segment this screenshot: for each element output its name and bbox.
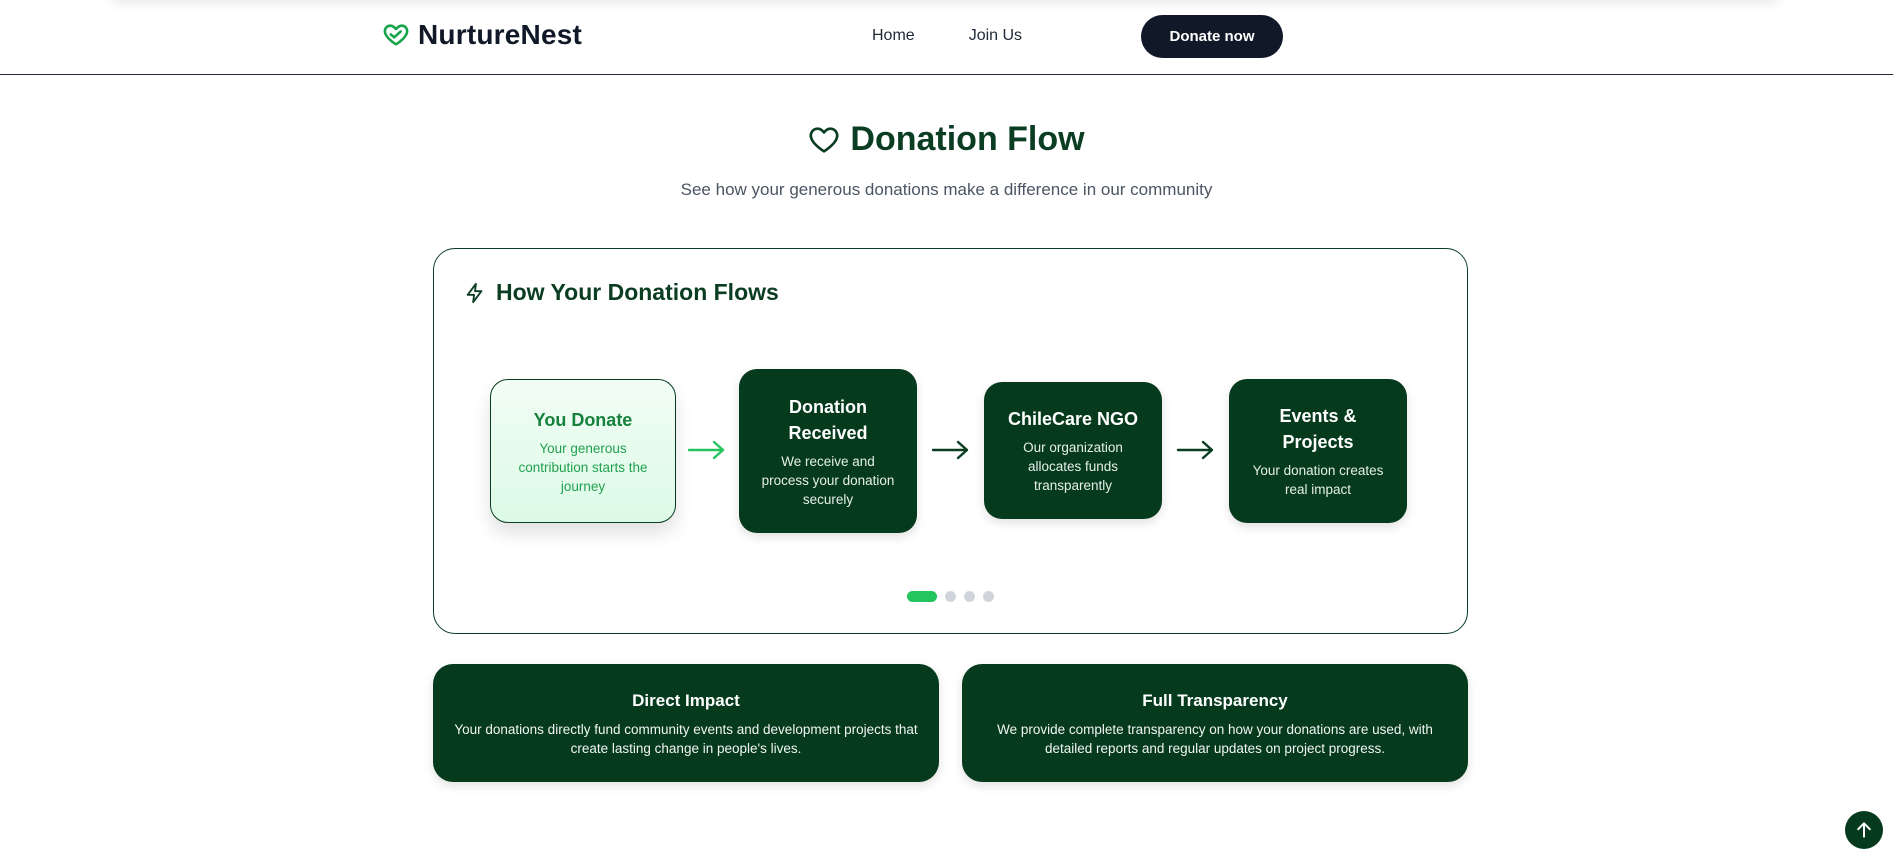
full-transparency-card: Full Transparency We provide complete tr…: [962, 664, 1468, 782]
lightning-icon: [466, 282, 483, 303]
flow-step-donation-received[interactable]: Donation Received We receive and process…: [739, 369, 917, 533]
step-description: We receive and process your donation sec…: [761, 453, 895, 507]
flow-title: How Your Donation Flows: [496, 279, 779, 305]
brand-name: NurtureNest: [418, 19, 583, 50]
brand-logo-link[interactable]: NurtureNest: [382, 19, 582, 51]
donation-flow-card: How Your Donation Flows You Donate Your …: [433, 248, 1468, 634]
page-subtitle: See how your generous donations make a d…: [680, 180, 1213, 199]
donate-now-button[interactable]: Donate now: [1141, 15, 1283, 58]
site-header: NurtureNest Home Join Us Donate now: [0, 0, 1893, 75]
step-title: ChileCare NGO: [1007, 409, 1139, 429]
main-nav: Home Join Us: [872, 27, 1022, 45]
nav-link-join-us[interactable]: Join Us: [969, 27, 1022, 45]
arrow-right-icon: [687, 440, 725, 460]
scroll-to-top-button[interactable]: [1845, 811, 1883, 849]
flow-heading: How Your Donation Flows: [464, 279, 779, 306]
direct-impact-card: Direct Impact Your donations directly fu…: [433, 664, 939, 782]
carousel-dot-4[interactable]: [983, 591, 994, 602]
step-title: You Donate: [533, 409, 633, 430]
page-title-row: Donation Flow: [0, 120, 1893, 159]
heart-icon: [809, 126, 839, 153]
carousel-dot-3[interactable]: [964, 591, 975, 602]
heart-logo-icon: [383, 24, 409, 46]
step-title: Events & Projects: [1279, 406, 1357, 452]
flow-step-chilecare-ngo[interactable]: ChileCare NGO Our organization allocates…: [984, 382, 1162, 519]
arrow-right-icon: [1176, 440, 1214, 460]
carousel-dot-1[interactable]: [907, 591, 937, 602]
info-card-text: Your donations directly fund community e…: [454, 722, 918, 756]
page-title: Donation Flow: [850, 120, 1085, 158]
info-card-text: We provide complete transparency on how …: [997, 722, 1433, 756]
arrow-right-icon: [931, 440, 969, 460]
step-description: Your generous contribution starts the jo…: [518, 440, 648, 494]
flow-step-events-projects[interactable]: Events & Projects Your donation creates …: [1229, 379, 1407, 523]
step-description: Our organization allocates funds transpa…: [1023, 440, 1123, 493]
nav-link-home[interactable]: Home: [872, 27, 915, 45]
carousel-dot-2[interactable]: [945, 591, 956, 602]
step-description: Your donation creates real impact: [1252, 463, 1384, 497]
carousel-dots: [907, 591, 994, 602]
flow-step-you-donate[interactable]: You Donate Your generous contribution st…: [490, 379, 676, 523]
info-card-title: Full Transparency: [1142, 691, 1288, 710]
arrow-up-icon: [1857, 822, 1871, 838]
step-title: Donation Received: [788, 396, 868, 443]
info-card-title: Direct Impact: [632, 691, 740, 710]
